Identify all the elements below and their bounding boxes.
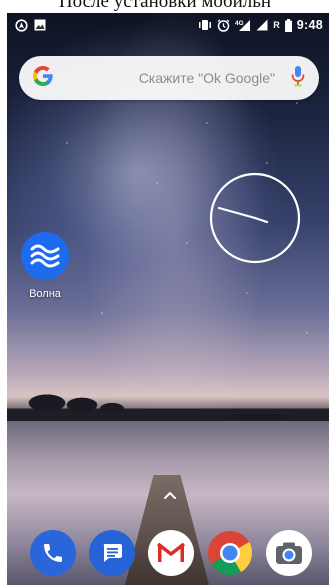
- phone-icon[interactable]: [29, 530, 76, 576]
- gmail-icon[interactable]: [147, 530, 194, 576]
- google-search-bar[interactable]: Скажите "Ok Google": [19, 56, 319, 100]
- app-drawer-chevron-up-icon[interactable]: [160, 488, 180, 502]
- location-icon: [15, 18, 28, 32]
- chrome-icon[interactable]: [207, 530, 253, 576]
- status-bar-time: 9:48: [296, 18, 323, 32]
- signal-4g-icon: 4G: [235, 19, 251, 32]
- roaming-indicator: R: [273, 20, 280, 30]
- app-volna-label: Волна: [29, 288, 61, 300]
- search-hint[interactable]: Скажите "Ok Google": [55, 70, 291, 86]
- clock-minute-hand: [253, 216, 269, 224]
- app-dock: [7, 528, 329, 585]
- messages-icon[interactable]: [88, 530, 135, 576]
- status-bar-left: [15, 18, 46, 32]
- battery-icon: [284, 18, 292, 32]
- svg-text:4G: 4G: [235, 20, 244, 27]
- wave-icon[interactable]: [21, 232, 69, 280]
- analog-clock-widget[interactable]: [209, 166, 301, 270]
- status-bar-right: 4G R 9:48: [198, 18, 323, 32]
- vibrate-icon: [198, 19, 212, 31]
- page-caption: После установки мобильн: [0, 0, 330, 13]
- wallpaper-treeline: [7, 373, 329, 423]
- camera-icon[interactable]: [266, 530, 313, 576]
- mic-icon[interactable]: [291, 65, 305, 92]
- google-logo-icon[interactable]: [31, 64, 55, 93]
- alarm-icon: [217, 18, 230, 32]
- status-bar: 4G R 9:48: [7, 13, 329, 37]
- app-volna[interactable]: Волна: [20, 232, 70, 300]
- image-notification-icon: [34, 19, 46, 31]
- signal-icon: [256, 19, 268, 31]
- clock-hour-hand: [217, 206, 257, 220]
